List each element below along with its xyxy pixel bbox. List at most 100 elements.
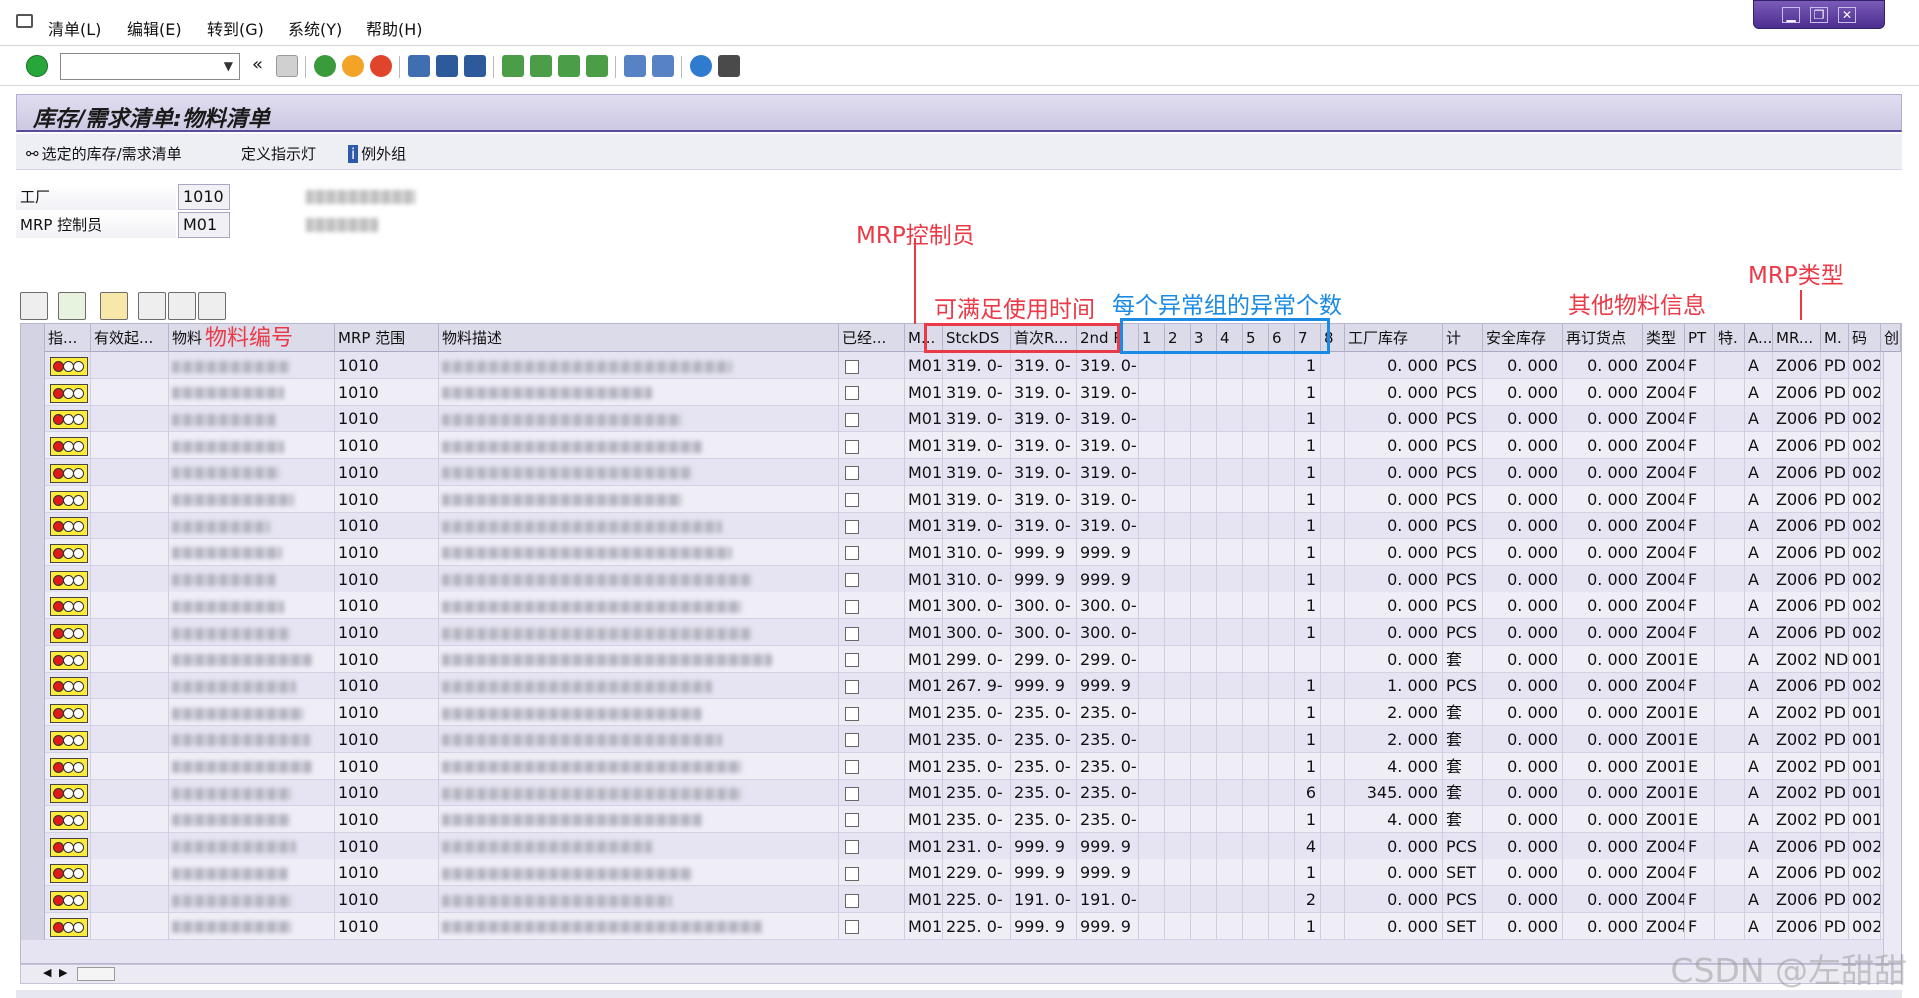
- cell-sel[interactable]: [21, 619, 45, 646]
- table-row[interactable]: 1010 M01 229. 0- 999. 9 999. 9 1 0. 000 SET 0. 0…: [21, 859, 1901, 887]
- cell-sel[interactable]: [21, 538, 45, 566]
- cell-sel[interactable]: [21, 512, 45, 540]
- vertical-scrollbar[interactable]: [1883, 352, 1901, 963]
- cell-sel[interactable]: [21, 645, 45, 673]
- table-row[interactable]: 1010 M01 319. 0- 319. 0- 319. 0- 1 0. 000 PCS 0.…: [21, 458, 1901, 486]
- cell-sel[interactable]: [21, 485, 45, 513]
- cell-sel[interactable]: [21, 912, 45, 940]
- find-next-icon[interactable]: [464, 55, 486, 77]
- processed-checkbox[interactable]: [845, 840, 859, 855]
- menu-system[interactable]: 系统(Y): [288, 16, 342, 40]
- cell-processed[interactable]: [839, 699, 905, 727]
- cell-processed[interactable]: [839, 645, 905, 673]
- restore-icon[interactable]: ❐: [1810, 6, 1828, 23]
- processed-checkbox[interactable]: [845, 920, 859, 935]
- scroll-right-icon[interactable]: ▶: [59, 966, 67, 979]
- cell-processed[interactable]: [839, 752, 905, 780]
- chart-tool-icon[interactable]: [100, 292, 128, 320]
- table-row[interactable]: 1010 M01 310. 0- 999. 9 999. 9 1 0. 000 PCS 0. 0…: [21, 565, 1901, 593]
- column-header-abc[interactable]: A...: [1745, 324, 1773, 352]
- column-header-valid-from[interactable]: 有效起...: [91, 324, 169, 352]
- table-row[interactable]: 1010 M01 231. 0- 999. 9 999. 9 4 0. 000 PCS 0. 0…: [21, 832, 1901, 860]
- processed-checkbox[interactable]: [845, 653, 859, 668]
- back-icon[interactable]: [314, 55, 336, 77]
- processed-checkbox[interactable]: [845, 573, 859, 588]
- processed-checkbox[interactable]: [845, 599, 859, 614]
- cell-processed[interactable]: [839, 378, 905, 406]
- processed-checkbox[interactable]: [845, 679, 859, 694]
- cell-sel[interactable]: [21, 672, 45, 700]
- cell-processed[interactable]: [839, 672, 905, 700]
- dropdown-arrow-icon[interactable]: ▼: [224, 59, 233, 73]
- menu-help[interactable]: 帮助(H): [366, 16, 423, 40]
- table-row[interactable]: 1010 M01 300. 0- 300. 0- 300. 0- 1 0. 000 PCS 0.…: [21, 592, 1901, 620]
- table-row[interactable]: 1010 M01 310. 0- 999. 9 999. 9 1 0. 000 PCS 0. 0…: [21, 538, 1901, 566]
- cell-processed[interactable]: [839, 485, 905, 513]
- exit-icon[interactable]: [342, 55, 364, 77]
- table-row[interactable]: 1010 M01 319. 0- 319. 0- 319. 0- 1 0. 000 PCS 0.…: [21, 485, 1901, 513]
- cell-processed[interactable]: [839, 458, 905, 486]
- cell-processed[interactable]: [839, 805, 905, 833]
- glasses-tool-icon[interactable]: [20, 292, 48, 320]
- stack-tool-icon[interactable]: [58, 292, 86, 320]
- last-page-icon[interactable]: [586, 55, 608, 77]
- first-page-icon[interactable]: [502, 55, 524, 77]
- processed-checkbox[interactable]: [845, 626, 859, 641]
- cell-processed[interactable]: [839, 512, 905, 540]
- mrp-controller-field[interactable]: M01: [178, 212, 230, 238]
- table-row[interactable]: 1010 M01 225. 0- 191. 0- 191. 0- 2 0. 000 PCS 0.…: [21, 886, 1901, 913]
- cell-processed[interactable]: [839, 592, 905, 620]
- cell-processed[interactable]: [839, 432, 905, 460]
- column-header-indicator[interactable]: 指...: [45, 324, 91, 352]
- column-header-mrp-type[interactable]: MR...: [1773, 324, 1821, 352]
- cell-sel[interactable]: [21, 458, 45, 486]
- cell-sel[interactable]: [21, 699, 45, 727]
- table-row[interactable]: 1010 M01 235. 0- 235. 0- 235. 0- 1 4. 000 套 0. 0…: [21, 805, 1901, 833]
- cell-processed[interactable]: [839, 725, 905, 753]
- processed-checkbox[interactable]: [845, 786, 859, 801]
- processed-checkbox[interactable]: [845, 386, 859, 401]
- system-menu-icon[interactable]: [16, 14, 33, 28]
- processed-checkbox[interactable]: [845, 813, 859, 828]
- cell-sel[interactable]: [21, 832, 45, 860]
- table-row[interactable]: 1010 M01 299. 0- 299. 0- 299. 0- 0. 000 套 0. 00…: [21, 645, 1901, 673]
- table-row[interactable]: 1010 M01 319. 0- 319. 0- 319. 0- 1 0. 000 PCS 0.…: [21, 512, 1901, 540]
- processed-checkbox[interactable]: [845, 546, 859, 561]
- collapse-command-icon[interactable]: «: [252, 54, 263, 75]
- print-icon[interactable]: [408, 55, 430, 77]
- table-row[interactable]: 1010 M01 267. 9- 999. 9 999. 9 1 1. 000 PCS 0. 0…: [21, 672, 1901, 700]
- help-icon[interactable]: [690, 55, 712, 77]
- table-row[interactable]: 1010 M01 300. 0- 300. 0- 300. 0- 1 0. 000 PCS 0.…: [21, 619, 1901, 646]
- horizontal-scrollbar[interactable]: ◀ ▶: [20, 964, 1902, 984]
- cell-processed[interactable]: [839, 832, 905, 860]
- cell-sel[interactable]: [21, 378, 45, 406]
- column-header-processed[interactable]: 已经...: [839, 324, 905, 352]
- menu-goto[interactable]: 转到(G): [207, 16, 264, 40]
- cell-processed[interactable]: [839, 886, 905, 913]
- exception-groups-button[interactable]: i 例外组: [348, 143, 406, 164]
- cell-processed[interactable]: [839, 859, 905, 887]
- save-icon[interactable]: [276, 55, 298, 77]
- table-row[interactable]: 1010 M01 235. 0- 235. 0- 235. 0- 1 2. 000 套 0. 0…: [21, 725, 1901, 753]
- cell-sel[interactable]: [21, 405, 45, 433]
- layout-menu-icon[interactable]: [718, 55, 740, 77]
- column-header-mrp-area[interactable]: MRP 范围: [335, 324, 439, 352]
- column-header-code[interactable]: 码: [1849, 324, 1881, 352]
- command-field[interactable]: ▼: [60, 53, 240, 80]
- table-row[interactable]: 1010 M01 319. 0- 319. 0- 319. 0- 1 0. 000 PCS 0.…: [21, 432, 1901, 460]
- cell-processed[interactable]: [839, 352, 905, 379]
- processed-checkbox[interactable]: [845, 493, 859, 507]
- new-session-icon[interactable]: [624, 55, 646, 77]
- selected-list-button[interactable]: ⚯ 选定的库存/需求清单: [26, 143, 182, 164]
- find-icon[interactable]: [436, 55, 458, 77]
- column-header-plant-stock[interactable]: 工厂库存: [1345, 324, 1443, 352]
- close-icon[interactable]: ✕: [1838, 6, 1856, 23]
- plant-field[interactable]: 1010: [178, 184, 230, 210]
- cell-sel[interactable]: [21, 779, 45, 807]
- table-row[interactable]: 1010 M01 319. 0- 319. 0- 319. 0- 1 0. 000 PCS 0.…: [21, 378, 1901, 406]
- column-header-safety-stock[interactable]: 安全库存: [1483, 324, 1563, 352]
- cell-sel[interactable]: [21, 565, 45, 593]
- menu-list[interactable]: 清单(L): [48, 16, 101, 40]
- cell-sel[interactable]: [21, 725, 45, 753]
- cell-sel[interactable]: [21, 886, 45, 913]
